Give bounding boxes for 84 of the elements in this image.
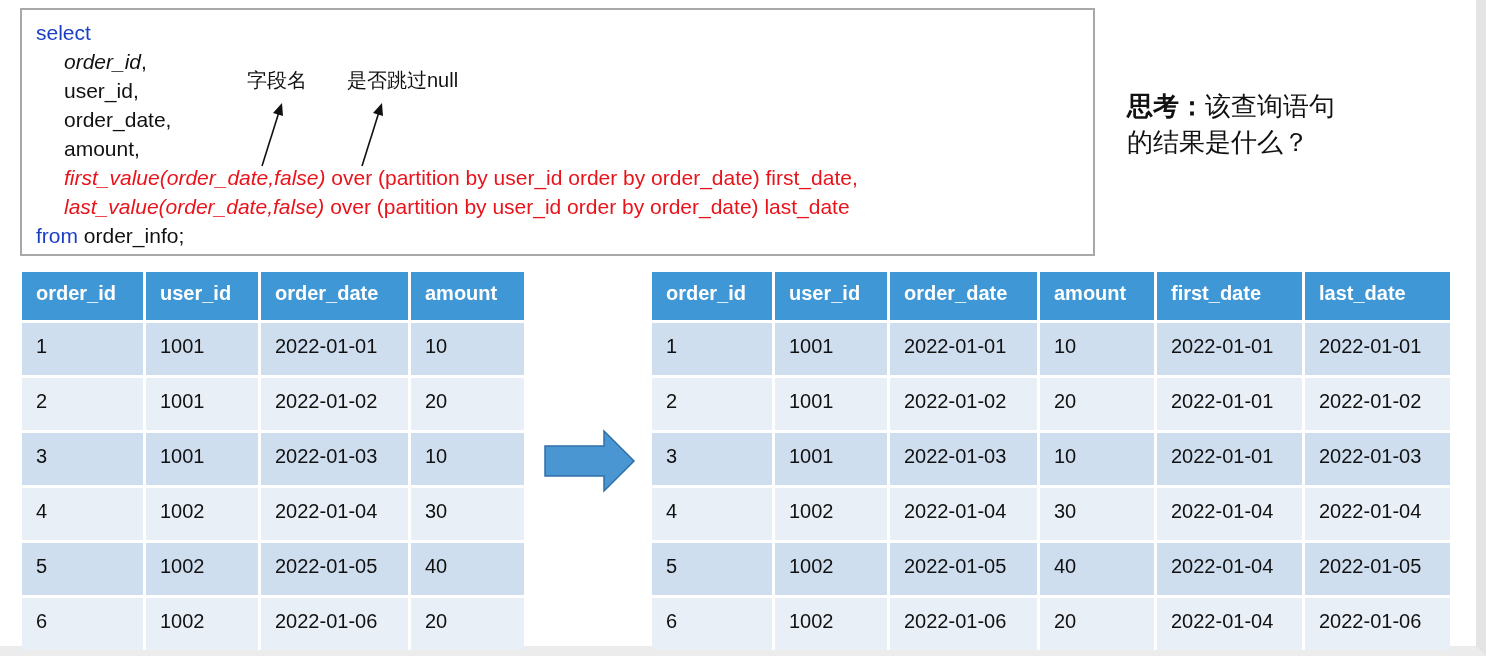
annotation-label: 字段名 [247,68,307,93]
table-cell: 20 [1040,598,1154,650]
table-cell: 2022-01-04 [890,488,1037,540]
table-cell: 2022-01-06 [890,598,1037,650]
table-cell: 5 [22,543,143,595]
table-cell: 1001 [775,433,887,485]
column-header: order_date [890,272,1037,320]
column-header: order_date [261,272,408,320]
table-cell: 2022-01-01 [1157,323,1302,375]
table-cell: 2022-01-02 [261,378,408,430]
table-cell: 1002 [775,543,887,595]
table-cell: 2022-01-05 [890,543,1037,595]
table-cell: 1002 [146,543,258,595]
table-cell: 4 [22,488,143,540]
table-cell: 1 [22,323,143,375]
table-cell: 2022-01-03 [261,433,408,485]
table-cell: 5 [652,543,772,595]
question-text: 思考：该查询语句的结果是什么？ [1127,90,1336,159]
table-cell: 2022-01-01 [1157,433,1302,485]
table-cell: 6 [652,598,772,650]
column-header: amount [411,272,524,320]
table-cell: 10 [1040,433,1154,485]
code-line: order_date, [64,107,172,134]
table-cell: 30 [1040,488,1154,540]
table-cell: 1001 [146,433,258,485]
table-cell: 2022-01-02 [890,378,1037,430]
code-line: last_value(order_date,false) over (partition by user_id order by order_date) last_date [64,194,850,221]
column-header: last_date [1305,272,1450,320]
column-header: user_id [146,272,258,320]
annotation-arrow [259,102,285,168]
table-cell: 1001 [775,378,887,430]
table-cell: 10 [411,433,524,485]
table-cell: 1002 [775,488,887,540]
table-cell: 2022-01-01 [890,323,1037,375]
table-cell: 1 [652,323,772,375]
table-cell: 3 [652,433,772,485]
table-cell: 2 [652,378,772,430]
table-cell: 2022-01-01 [261,323,408,375]
table-cell: 20 [411,378,524,430]
table-cell: 30 [411,488,524,540]
table-cell: 20 [1040,378,1154,430]
column-header: user_id [775,272,887,320]
table-cell: 40 [1040,543,1154,595]
table-cell: 1001 [775,323,887,375]
table-cell: 1001 [146,323,258,375]
table-cell: 2022-01-04 [261,488,408,540]
code-line: order_id, [64,49,147,75]
table-cell: 2022-01-03 [1305,433,1450,485]
code-line: from order_info; [36,223,185,250]
table-cell: 2 [22,378,143,430]
code-line: user_id, [64,78,139,105]
table-cell: 2022-01-05 [1305,543,1450,595]
annotation-arrow [359,102,385,168]
code-line: amount, [64,136,140,162]
table-cell: 2022-01-01 [1305,323,1450,375]
table-cell: 1002 [146,488,258,540]
table-cell: 10 [1040,323,1154,375]
table-cell: 2022-01-06 [261,598,408,650]
table-cell: 6 [22,598,143,650]
table-cell: 4 [652,488,772,540]
column-header: first_date [1157,272,1302,320]
column-header: order_id [652,272,772,320]
table-cell: 2022-01-05 [261,543,408,595]
table-cell: 10 [411,323,524,375]
table-cell: 2022-01-04 [1157,598,1302,650]
table-cell: 2022-01-06 [1305,598,1450,650]
table-cell: 2022-01-04 [1157,543,1302,595]
table-cell: 1002 [775,598,887,650]
table-cell: 1001 [146,378,258,430]
table-cell: 1002 [146,598,258,650]
code-line: select [36,20,91,46]
annotation-label: 是否跳过null [347,68,459,93]
table-cell: 2022-01-02 [1305,378,1450,430]
column-header: order_id [22,272,143,320]
table-cell: 2022-01-01 [1157,378,1302,430]
table-cell: 2022-01-04 [1157,488,1302,540]
table-cell: 3 [22,433,143,485]
table-cell: 2022-01-03 [890,433,1037,485]
table-cell: 2022-01-04 [1305,488,1450,540]
table-cell: 20 [411,598,524,650]
code-line: first_value(order_date,false) over (partition by user_id order by order_date) first_date, [64,165,858,192]
right-arrow-icon [544,429,636,493]
column-header: amount [1040,272,1154,320]
table-cell: 40 [411,543,524,595]
